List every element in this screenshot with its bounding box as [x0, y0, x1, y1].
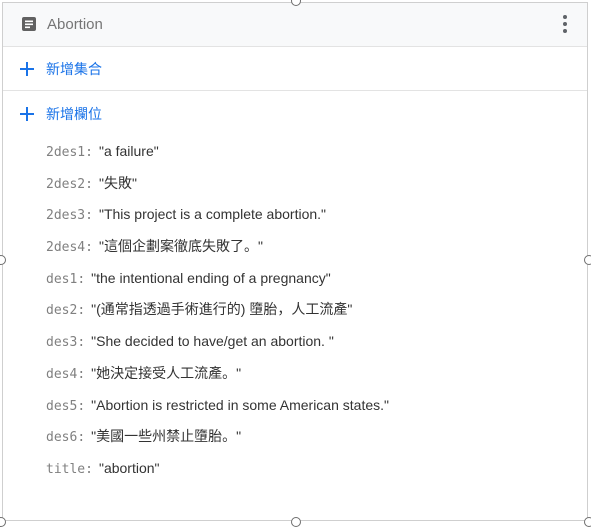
plus-icon [20, 62, 34, 76]
field-key: des3 [46, 335, 78, 351]
field-separator: : [85, 176, 93, 192]
field-value: "the intentional ending of a pregnancy" [91, 269, 331, 286]
field-key: des4 [46, 366, 78, 382]
field-value: "她決定接受人工流產。" [91, 364, 242, 381]
field-value: "美國一些州禁止墮胎。" [91, 428, 242, 445]
field-value: "abortion" [98, 459, 160, 476]
field-row[interactable]: 2des4: "這個企劃案徹底失敗了。" [46, 236, 566, 268]
field-separator: : [77, 430, 86, 446]
field-key: 2des2 [46, 176, 86, 192]
field-row[interactable]: title: "abortion" [46, 458, 566, 490]
add-collection-button[interactable]: 新增集合 [3, 47, 587, 91]
field-value: "This project is a complete abortion." [98, 206, 327, 223]
field-value: "Abortion is restricted in some American… [91, 396, 389, 413]
resize-handle-bottom[interactable] [291, 517, 301, 527]
field-key: title [46, 461, 86, 477]
field-value: "這個企劃案徹底失敗了。" [98, 238, 263, 255]
document-header: Abortion [3, 3, 587, 47]
document-title: Abortion [47, 16, 103, 33]
field-separator: : [77, 335, 86, 351]
field-row[interactable]: 2des3: "This project is a complete aborti… [46, 204, 566, 236]
plus-icon [20, 107, 34, 121]
field-key: des1 [46, 271, 78, 287]
field-separator: : [85, 240, 93, 256]
resize-handle-bottom-right[interactable] [584, 517, 591, 527]
field-row[interactable]: des3: "She decided to have/get an abortio… [46, 331, 566, 363]
add-collection-label: 新增集合 [46, 61, 102, 77]
field-key: 2des1 [46, 145, 86, 160]
add-field-label: 新增欄位 [46, 106, 102, 122]
field-key: des2 [46, 303, 78, 319]
field-separator: : [77, 271, 86, 287]
field-row[interactable]: des2: "(通常指透過手術進行的) 墮胎，人工流產" [46, 299, 566, 331]
document-panel: Abortion 新增集合 新增欄位 2des1: "a failure" 2de… [2, 2, 588, 521]
field-value: "a failure" [98, 143, 159, 159]
field-key: 2des3 [46, 208, 86, 224]
resize-handle-bottom-left[interactable] [0, 517, 6, 527]
field-row[interactable]: 2des2: "失敗" [46, 173, 566, 205]
field-key: des6 [46, 430, 78, 446]
field-row[interactable]: des1: "the intentional ending of a pregna… [46, 268, 566, 300]
field-key: des5 [46, 398, 78, 414]
resize-handle-right[interactable] [584, 255, 591, 265]
field-separator: : [85, 145, 93, 160]
field-row[interactable]: des5: "Abortion is restricted in some Ame… [46, 395, 566, 427]
field-separator: : [77, 398, 86, 414]
field-value: "失敗" [98, 174, 137, 191]
field-value: "She decided to have/get an abortion. " [91, 333, 334, 350]
field-row[interactable]: des4: "她決定接受人工流產。" [46, 363, 566, 395]
document-icon [22, 17, 36, 31]
field-separator: : [77, 303, 86, 319]
field-separator: : [85, 461, 93, 477]
more-vert-icon[interactable] [555, 12, 575, 36]
field-value: "(通常指透過手術進行的) 墮胎，人工流產" [91, 301, 353, 318]
field-separator: : [77, 366, 86, 382]
add-field-button[interactable]: 新增欄位 [3, 92, 587, 136]
field-row[interactable]: 2des1: "a failure" [46, 141, 566, 173]
field-separator: : [85, 208, 93, 224]
field-row[interactable]: des6: "美國一些州禁止墮胎。" [46, 426, 566, 458]
field-list: 2des1: "a failure" 2des2: "失敗" 2des3: "This… [46, 141, 566, 490]
field-key: 2des4 [46, 240, 86, 256]
